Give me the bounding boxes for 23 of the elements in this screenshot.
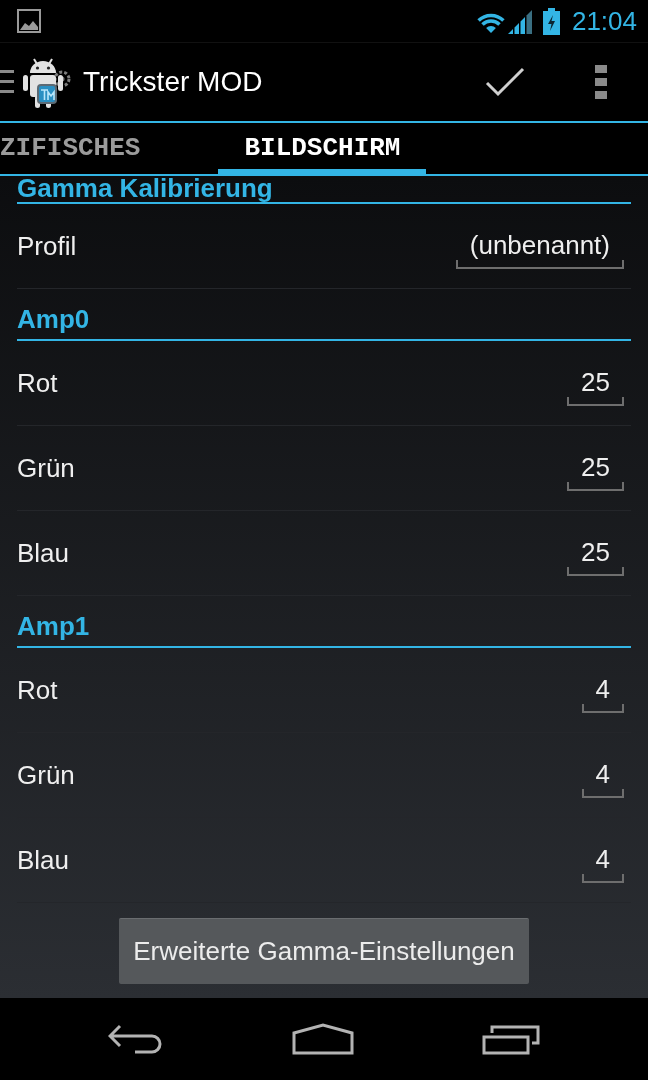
home-icon[interactable] [292,1023,354,1055]
setting-label: Profil [17,230,77,262]
setting-label: Rot [17,674,58,706]
section-header: Gamma Kalibrierung [17,176,631,204]
image-icon [17,9,41,33]
tab[interactable]: ZIFISCHES [0,123,167,174]
signal-icon [507,8,532,34]
menu-icon[interactable] [0,70,14,94]
setting-label: Blau [17,844,70,876]
app-title: Trickster MOD [83,65,263,99]
battery-icon [541,7,561,35]
overflow-menu-icon[interactable] [595,65,607,99]
section-header: Amp1 [17,596,631,648]
advanced-settings-button[interactable]: Erweiterte Gamma-Einstellungen [119,917,529,984]
setting-label: Grün [17,452,75,484]
setting-label: Grün [17,759,75,791]
setting-label: Blau [17,537,70,569]
check-icon[interactable] [485,67,525,97]
recents-icon[interactable] [482,1023,540,1055]
status-time: 21:04 [571,6,637,36]
back-icon[interactable] [108,1024,164,1054]
section-header: Amp0 [17,289,631,341]
setting-label: Rot [17,367,58,399]
